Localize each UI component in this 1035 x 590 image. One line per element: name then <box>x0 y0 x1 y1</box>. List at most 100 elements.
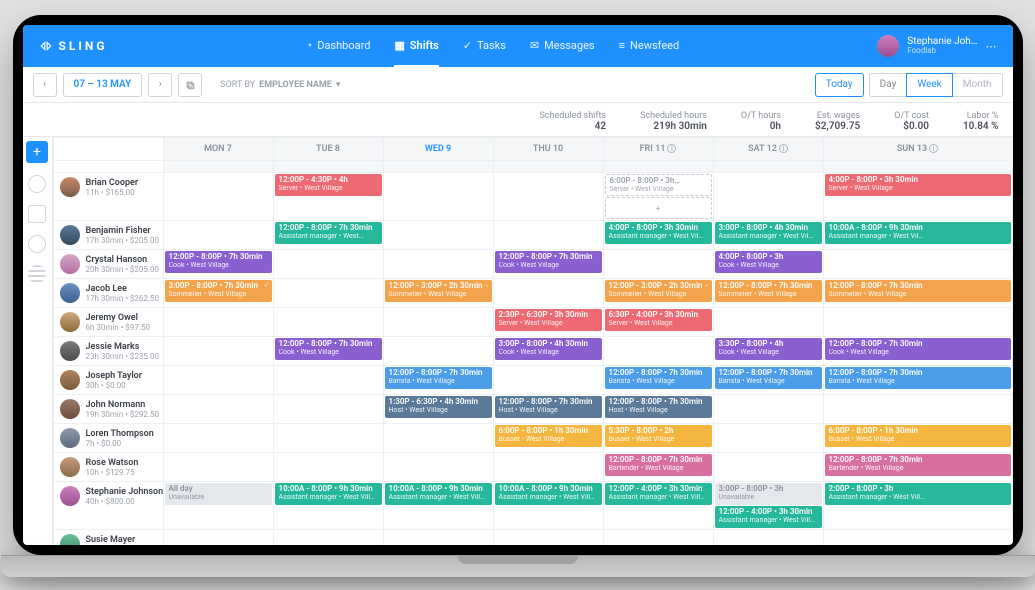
prev-week-button[interactable]: ‹ <box>33 73 57 97</box>
shift-card[interactable]: 12:00P - 8:00P • 7h 30min Bartender • We… <box>605 454 712 476</box>
day-cell[interactable] <box>383 308 493 337</box>
day-cell[interactable] <box>163 173 273 221</box>
nav-messages[interactable]: ✉Messages <box>530 25 595 67</box>
shift-card[interactable]: 4:00P - 8:00P • 3h 30min Assistant manag… <box>605 222 712 244</box>
shift-card[interactable]: 2:00P - 8:00P • 3h Assistant manager • W… <box>825 483 1011 505</box>
shift-card[interactable]: 12:00P - 8:00P • 7h 30min Cook • West Vi… <box>165 251 272 273</box>
day-cell[interactable] <box>493 366 603 395</box>
day-cell[interactable]: 12:00P - 8:00P • 7h 30min Bartender • We… <box>603 453 713 482</box>
shift-card[interactable]: All day Unavailable <box>165 483 272 505</box>
day-cell[interactable]: 12:00P - 8:00P • 7h 30min Barista • West… <box>603 366 713 395</box>
day-cell[interactable] <box>273 453 383 482</box>
day-cell[interactable]: 3:00P - 8:00P • 4h 30min Assistant manag… <box>713 221 823 250</box>
day-cell[interactable]: 10:00A - 8:00P • 9h 30min Assistant mana… <box>383 482 493 530</box>
day-cell[interactable]: 6:00P - 8:00P • 3h… Server • West Villag… <box>603 173 713 221</box>
day-cell[interactable]: 12:00P - 8:00P • 7h 30min Sommelier • We… <box>713 279 823 308</box>
day-cell[interactable]: 3:00P - 8:00P • 4h 30min Cook • West Vil… <box>493 337 603 366</box>
day-cell[interactable] <box>493 453 603 482</box>
day-cell[interactable]: 10:00A - 8:00P • 9h 30min Assistant mana… <box>823 221 1012 250</box>
shift-card[interactable]: 12:00P - 8:00P • 7h 30min Sommelier • We… <box>825 280 1011 302</box>
shift-card[interactable]: 3:00P - 8:00P • 7h 30min Sommelier • Wes… <box>165 280 272 302</box>
day-cell[interactable]: 12:00P - 4:30P • 4h Server • West Villag… <box>273 173 383 221</box>
day-cell[interactable] <box>493 221 603 250</box>
today-button[interactable]: Today <box>815 73 864 97</box>
day-cell[interactable]: 4:00P - 8:00P • 3h 30min Server • West V… <box>823 173 1012 221</box>
shift-card[interactable]: 12:00P - 8:00P • 7h 30min Cook • West Vi… <box>275 338 382 360</box>
shift-card[interactable]: 4:00P - 8:00P • 3h Cook • West Village <box>715 251 822 273</box>
day-cell[interactable] <box>383 424 493 453</box>
day-cell[interactable] <box>273 424 383 453</box>
day-cell[interactable] <box>823 395 1012 424</box>
day-header[interactable]: THU 10 <box>493 138 603 161</box>
day-cell[interactable]: 12:00P - 8:00P • 7h 30min Assistant mana… <box>273 221 383 250</box>
day-header[interactable]: WED 9 <box>383 138 493 161</box>
day-header[interactable]: MON 7 <box>163 138 273 161</box>
view-month[interactable]: Month <box>952 73 1003 97</box>
day-cell[interactable] <box>823 250 1012 279</box>
day-cell[interactable]: 12:00P - 8:00P • 7h 30min Cook • West Vi… <box>823 337 1012 366</box>
day-cell[interactable] <box>823 530 1012 546</box>
shift-card[interactable]: 3:00P - 8:00P • 4h 30min Cook • West Vil… <box>495 338 602 360</box>
shift-card[interactable]: 12:00P - 8:00P • 7h 30min Barista • West… <box>825 367 1011 389</box>
day-cell[interactable] <box>823 308 1012 337</box>
add-shift-cell[interactable]: + <box>605 197 712 219</box>
day-cell[interactable]: 12:00P - 4:00P • 3h 30min Assistant mana… <box>603 482 713 530</box>
add-shift-button[interactable]: + <box>26 141 48 163</box>
day-cell[interactable]: 6:00P - 8:00P • 1h 30min Busser • West V… <box>823 424 1012 453</box>
day-cell[interactable] <box>713 424 823 453</box>
shift-card[interactable]: 10:00A - 8:00P • 9h 30min Assistant mana… <box>275 483 382 505</box>
shift-card[interactable]: 12:00P - 3:00P • 2h 30min Sommelier • We… <box>605 280 712 302</box>
day-cell[interactable] <box>713 453 823 482</box>
next-week-button[interactable]: › <box>148 73 172 97</box>
shift-card[interactable]: 2:30P - 6:30P • 3h 30min Server • West V… <box>495 309 602 331</box>
day-cell[interactable] <box>383 221 493 250</box>
day-cell[interactable]: 12:00P - 8:00P • 7h 30min Cook • West Vi… <box>273 337 383 366</box>
sort-by-dropdown[interactable]: SORT BY EMPLOYEE NAME ▾ <box>220 80 340 90</box>
rail-location-icon[interactable] <box>28 175 46 193</box>
employee-cell[interactable]: Brian Cooper 11h • $165.00 <box>54 173 163 201</box>
day-cell[interactable]: 4:00P - 8:00P • 3h Cook • West Village <box>713 250 823 279</box>
day-cell[interactable]: 12:00P - 8:00P • 7h 30min Host • West Vi… <box>603 395 713 424</box>
day-cell[interactable] <box>603 337 713 366</box>
employee-cell[interactable]: Jessie Marks 23h 30min • $235.00 <box>54 337 163 365</box>
shift-card[interactable]: 1:30P - 6:30P • 4h 30min Host • West Vil… <box>385 396 492 418</box>
day-cell[interactable] <box>493 530 603 546</box>
day-cell[interactable] <box>273 395 383 424</box>
day-cell[interactable] <box>383 453 493 482</box>
day-cell[interactable] <box>163 453 273 482</box>
day-cell[interactable]: 5:30P - 8:00P • 2h Busser • West Village <box>603 424 713 453</box>
shift-card[interactable]: 3:30P - 8:00P • 4h Cook • West Village <box>715 338 822 360</box>
day-cell[interactable]: 1:30P - 6:30P • 4h 30min Host • West Vil… <box>383 395 493 424</box>
day-cell[interactable] <box>273 530 383 546</box>
employee-cell[interactable]: Benjamin Fisher 17h 30min • $205.00 <box>54 221 163 249</box>
shift-card[interactable]: 12:00P - 4:00P • 3h 30min Assistant mana… <box>605 483 712 505</box>
day-cell[interactable] <box>713 530 823 546</box>
shift-card[interactable]: 5:30P - 8:00P • 2h Busser • West Village <box>605 425 712 447</box>
rail-filter-icon[interactable] <box>28 235 46 253</box>
day-cell[interactable] <box>163 308 273 337</box>
day-cell[interactable] <box>273 308 383 337</box>
day-cell[interactable]: 12:00P - 8:00P • 7h 30min Cook • West Vi… <box>493 250 603 279</box>
day-cell[interactable] <box>383 173 493 221</box>
day-cell[interactable] <box>493 173 603 221</box>
employee-cell[interactable]: Susie Mayer 0h • $0.00 <box>54 530 163 545</box>
day-cell[interactable]: 10:00A - 8:00P • 9h 30min Assistant mana… <box>493 482 603 530</box>
day-cell[interactable]: 12:00P - 8:00P • 7h 30min Bartender • We… <box>823 453 1012 482</box>
rail-people-icon[interactable] <box>28 205 46 223</box>
user-menu[interactable]: Stephanie Joh… Foodlab ⋯ <box>877 35 996 57</box>
employee-cell[interactable]: Loren Thompson 7h • $0.00 <box>54 424 163 452</box>
day-header[interactable]: SUN 13i <box>823 138 1012 161</box>
employee-cell[interactable]: Joseph Taylor 30h • $0.00 <box>54 366 163 394</box>
shift-card[interactable]: 6:00P - 8:00P • 1h 30min Busser • West V… <box>495 425 602 447</box>
day-cell[interactable]: 12:00P - 8:00P • 7h 30min Sommelier • We… <box>823 279 1012 308</box>
day-cell[interactable] <box>493 279 603 308</box>
day-cell[interactable]: 12:00P - 8:00P • 7h 30min Barista • West… <box>383 366 493 395</box>
day-cell[interactable]: 3:30P - 8:00P • 4h Cook • West Village <box>713 337 823 366</box>
employee-cell[interactable]: Jacob Lee 17h 30min • $262.50 <box>54 279 163 307</box>
shift-card[interactable]: 10:00A - 8:00P • 9h 30min Assistant mana… <box>495 483 602 505</box>
day-cell[interactable]: 4:00P - 8:00P • 3h 30min Assistant manag… <box>603 221 713 250</box>
shift-card[interactable]: 12:00P - 8:00P • 7h 30min Cook • West Vi… <box>825 338 1011 360</box>
shift-card[interactable]: 4:00P - 8:00P • 3h 30min Server • West V… <box>825 174 1011 196</box>
shift-card[interactable]: 3:00P - 8:00P • 4h 30min Assistant manag… <box>715 222 822 244</box>
day-cell[interactable] <box>163 530 273 546</box>
